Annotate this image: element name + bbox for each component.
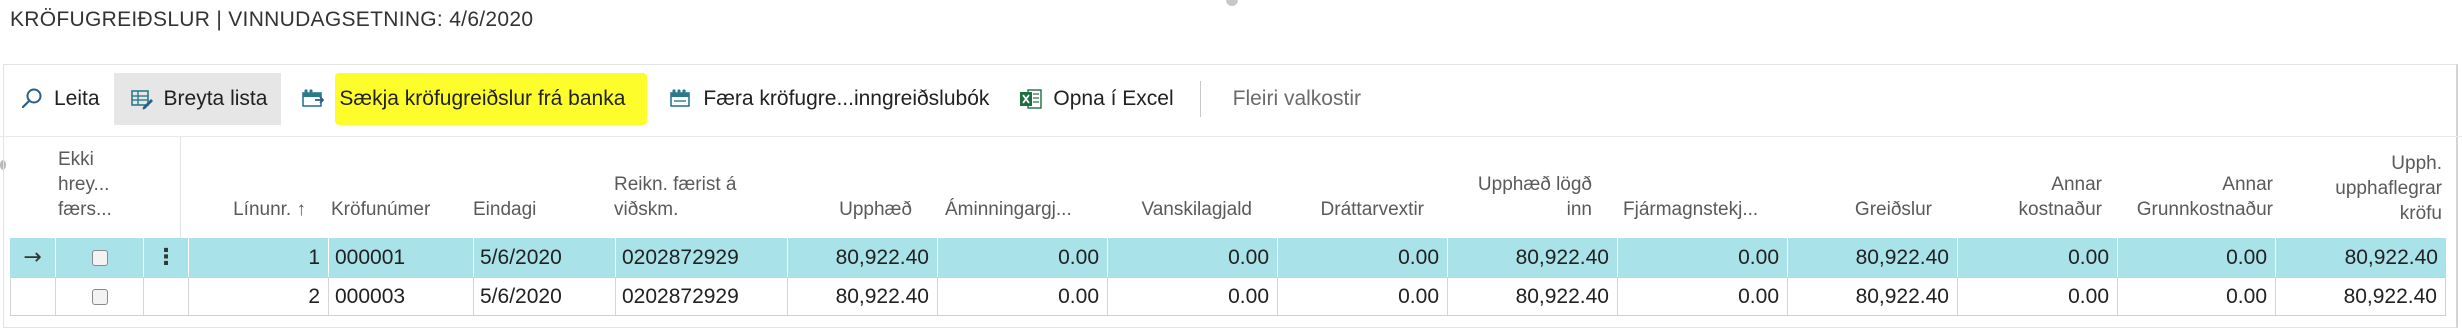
col-header-not-modified[interactable]: Ekki hrey... færs...: [58, 137, 128, 238]
row-indicator-arrow-icon: →: [23, 245, 42, 270]
table-row[interactable]: 2 000003 5/6/2020 0202872929 80,922.40 0…: [10, 277, 2446, 316]
header-divider: [180, 137, 181, 238]
cell-original-claim-amount[interactable]: 80,922.40: [2275, 238, 2446, 277]
scroll-indicator-dot: [1226, 0, 1238, 6]
col-header-other-cost[interactable]: Annar kostnaður: [1960, 137, 2102, 238]
post-journal-label: Færa kröfugre...inngreiðslubók: [703, 87, 990, 110]
col-header-deposited-amount[interactable]: Upphæð lögð inn: [1450, 137, 1592, 238]
col-header-default-fee[interactable]: Vanskilagjald: [1110, 137, 1252, 238]
cell-line-no[interactable]: 1: [188, 238, 328, 277]
more-vertical-icon: ⋮: [155, 245, 177, 270]
cell-deposited-amount[interactable]: 80,922.40: [1447, 277, 1617, 316]
cell-claim-no[interactable]: 000003: [328, 277, 473, 316]
edit-list-label: Breyta lista: [163, 87, 268, 110]
col-header-original-claim-amount[interactable]: Upph. upphaflegrar kröfu: [2290, 137, 2442, 238]
cell-account[interactable]: 0202872929: [615, 277, 787, 316]
more-options-button[interactable]: Fleiri valkostir: [1219, 87, 1375, 111]
cell-deposited-amount[interactable]: 80,922.40: [1447, 238, 1617, 277]
fetch-from-bank-label: Sækja kröfugreiðslur frá banka: [335, 73, 648, 125]
cell-amount[interactable]: 80,922.40: [787, 238, 937, 277]
row-indicator: [10, 277, 55, 316]
cell-penalty-interest[interactable]: 0.00: [1277, 238, 1447, 277]
cell-reminder-fee[interactable]: 0.00: [937, 277, 1107, 316]
cell-default-fee[interactable]: 0.00: [1107, 277, 1277, 316]
col-header-claim-no[interactable]: Kröfunúmer: [331, 137, 461, 238]
cell-payments[interactable]: 80,922.40: [1787, 277, 1957, 316]
checkbox-icon: [91, 288, 108, 305]
row-actions-cell[interactable]: [143, 277, 188, 316]
cell-other-base-cost[interactable]: 0.00: [2117, 238, 2275, 277]
cell-default-fee[interactable]: 0.00: [1107, 238, 1277, 277]
col-header-payments[interactable]: Greiðslur: [1790, 137, 1932, 238]
row-checkbox[interactable]: [55, 238, 143, 277]
cell-penalty-interest[interactable]: 0.00: [1277, 277, 1447, 316]
table-row[interactable]: → ⋮ 1 000001 5/6/2020 0202872929 80,922.…: [10, 238, 2446, 277]
post-journal-button[interactable]: Færa kröfugre...inngreiðslubók: [665, 73, 1003, 125]
edit-list-icon: [130, 87, 154, 111]
cell-due-date[interactable]: 5/6/2020: [473, 238, 615, 277]
col-header-other-base-cost[interactable]: Annar Grunnkostnaður: [2110, 137, 2273, 238]
table-header-row: Ekki hrey... færs... Línunr. ↑ Kröfunúme…: [0, 136, 2462, 238]
row-checkbox[interactable]: [55, 277, 143, 316]
col-header-due-date[interactable]: Eindagi: [473, 137, 603, 238]
toolbar-divider: [1199, 81, 1201, 117]
action-bar: Leita Breyta lista Sækja kröfugreiðslur …: [4, 73, 1375, 125]
col-header-line-no[interactable]: Línunr. ↑: [190, 137, 306, 238]
cell-other-base-cost[interactable]: 0.00: [2117, 277, 2275, 316]
col-header-penalty-interest[interactable]: Dráttarvextir: [1282, 137, 1424, 238]
open-in-excel-button[interactable]: Opna í Excel: [1003, 73, 1187, 125]
cell-amount[interactable]: 80,922.40: [787, 277, 937, 316]
cell-due-date[interactable]: 5/6/2020: [473, 277, 615, 316]
col-header-account[interactable]: Reikn. færist á viðskm.: [614, 137, 794, 238]
search-button[interactable]: Leita: [4, 73, 114, 125]
row-actions-button[interactable]: ⋮: [143, 238, 188, 277]
cell-account[interactable]: 0202872929: [615, 238, 787, 277]
col-header-reminder-fee[interactable]: Áminningargj...: [945, 137, 1105, 238]
cell-reminder-fee[interactable]: 0.00: [937, 238, 1107, 277]
edit-list-button[interactable]: Breyta lista: [113, 73, 282, 125]
cell-original-claim-amount[interactable]: 80,922.40: [2275, 277, 2446, 316]
cell-claim-no[interactable]: 000001: [328, 238, 473, 277]
cell-line-no[interactable]: 2: [188, 277, 328, 316]
excel-icon: [1019, 87, 1043, 111]
search-button-label: Leita: [54, 87, 100, 110]
cell-capital-income[interactable]: 0.00: [1617, 277, 1787, 316]
checkbox-icon: [91, 249, 108, 266]
search-icon: [20, 87, 44, 111]
cell-other-cost[interactable]: 0.00: [1957, 277, 2117, 316]
cell-other-cost[interactable]: 0.00: [1957, 238, 2117, 277]
bank-import-icon: [301, 87, 325, 111]
col-header-amount[interactable]: Upphæð: [770, 137, 912, 238]
col-header-capital-income[interactable]: Fjármagnstekj...: [1623, 137, 1793, 238]
cell-payments[interactable]: 80,922.40: [1787, 238, 1957, 277]
cell-capital-income[interactable]: 0.00: [1617, 238, 1787, 277]
fetch-from-bank-button[interactable]: Sækja kröfugreiðslur frá banka: [281, 73, 665, 125]
journal-icon: [669, 87, 693, 111]
open-in-excel-label: Opna í Excel: [1053, 87, 1174, 110]
page-title: KRÖFUGREIÐSLUR | VINNUDAGSETNING: 4/6/20…: [10, 8, 534, 31]
